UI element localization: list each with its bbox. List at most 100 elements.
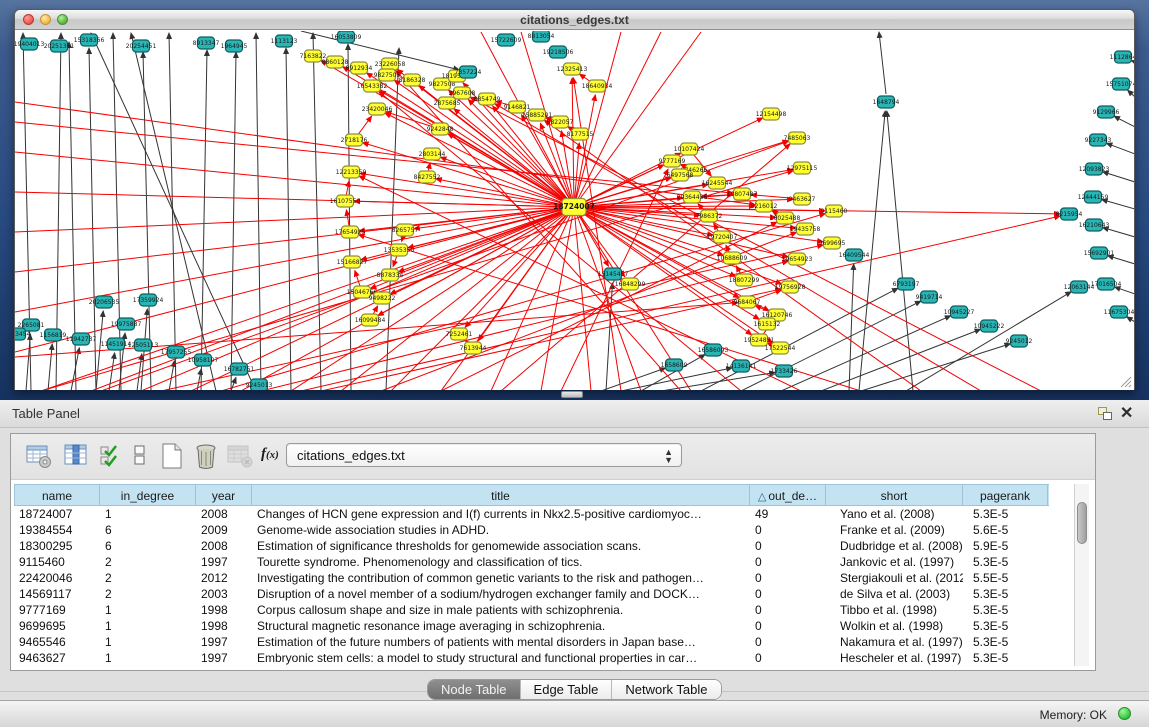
graph-node[interactable]: 12505113 — [128, 339, 159, 351]
table-row[interactable]: 1456911722003Disruption of a novel membe… — [14, 586, 1049, 602]
column-header-pagerank[interactable]: pagerank — [963, 485, 1048, 505]
scrollbar-thumb[interactable] — [1077, 502, 1087, 544]
graph-edge[interactable] — [879, 32, 886, 94]
graph-node[interactable]: 16543382 — [357, 80, 388, 92]
graph-edge[interactable] — [1103, 172, 1134, 182]
graph-node[interactable]: 7252461 — [446, 328, 473, 340]
network-canvas[interactable]: 1872400771638228860128891293423226058982… — [15, 31, 1134, 390]
float-panel-icon[interactable] — [1098, 407, 1113, 421]
graph-node[interactable]: 16409544 — [839, 249, 870, 261]
graph-node[interactable]: 12154498 — [756, 108, 787, 120]
graph-node[interactable]: 7986372 — [696, 210, 723, 222]
graph-node[interactable]: 23226058 — [375, 58, 406, 70]
graph-node[interactable]: 10107424 — [674, 143, 705, 155]
column-header-out_de[interactable]: △out_de… — [750, 485, 826, 505]
row-height-icon[interactable] — [132, 442, 148, 470]
graph-node[interactable]: 9129966 — [1093, 106, 1120, 118]
graph-node[interactable]: 12093823 — [1079, 163, 1110, 175]
graph-edge[interactable] — [256, 33, 261, 390]
graph-node[interactable]: 15692901 — [1084, 247, 1115, 259]
graph-node[interactable]: 15722609 — [491, 34, 522, 46]
graph-node[interactable]: 6793197 — [893, 278, 920, 290]
graph-node[interactable]: 12325413 — [557, 63, 588, 75]
window-titlebar[interactable]: citations_edges.txt — [15, 10, 1134, 30]
table-row[interactable]: 977716911998Corpus callosum shape and si… — [14, 602, 1049, 618]
graph-node[interactable]: 9227343 — [1085, 134, 1112, 146]
graph-edge[interactable] — [113, 33, 121, 390]
table-row[interactable]: 946362711997Embryonic stem cells: a mode… — [14, 650, 1049, 666]
table-row[interactable]: 1830029562008Estimation of significance … — [14, 538, 1049, 554]
graph-node[interactable]: 8813054 — [528, 31, 555, 42]
graph-node[interactable]: 9699695 — [819, 237, 846, 249]
table-row[interactable]: 1938455462009Genome-wide association stu… — [14, 522, 1049, 538]
graph-node[interactable]: 16053809 — [331, 31, 362, 43]
graph-node[interactable]: 16107550 — [330, 195, 361, 207]
graph-node[interactable]: 11675304 — [1104, 306, 1134, 318]
graph-node[interactable]: 14136141 — [726, 360, 757, 372]
graph-edge[interactable] — [41, 207, 574, 390]
column-header-title[interactable]: title — [252, 485, 750, 505]
table-mode-icon[interactable] — [25, 442, 53, 470]
graph-node[interactable]: 13535350 — [384, 244, 415, 256]
trash-icon[interactable] — [193, 442, 219, 470]
graph-node[interactable]: 16099484 — [355, 314, 386, 326]
graph-edge[interactable] — [1127, 317, 1134, 322]
graph-edge[interactable] — [390, 207, 574, 294]
graph-node[interactable]: 1658609 — [661, 359, 688, 371]
tab-edge-table[interactable]: Edge Table — [521, 680, 613, 699]
graph-edge[interactable] — [15, 102, 755, 205]
splitter-handle[interactable] — [561, 391, 583, 398]
column-header-in_degree[interactable]: in_degree — [100, 485, 196, 505]
graph-node[interactable]: 8177515 — [567, 128, 594, 140]
column-header-name[interactable]: name — [14, 485, 100, 505]
graph-node[interactable]: 12213359 — [336, 166, 367, 178]
graph-edge[interactable] — [574, 95, 595, 207]
graph-node[interactable]: 10958107 — [188, 354, 219, 366]
graph-node[interactable]: 20364436 — [677, 191, 708, 203]
graph-node[interactable]: 23420046 — [362, 103, 393, 115]
table-vertical-scrollbar[interactable] — [1074, 484, 1089, 666]
node-table[interactable]: namein_degreeyeartitle△out_de…shortpager… — [14, 484, 1049, 666]
graph-edge[interactable] — [1106, 143, 1134, 154]
graph-node[interactable]: 20206535 — [89, 296, 120, 308]
graph-node[interactable]: 7485063 — [784, 132, 811, 144]
table-row[interactable]: 946554611997Estimation of the future num… — [14, 634, 1049, 650]
column-header-short[interactable]: short — [826, 485, 963, 505]
graph-node[interactable]: 9115460 — [821, 205, 848, 217]
graph-edge[interactable] — [321, 289, 781, 390]
graph-node[interactable]: 8878334 — [377, 269, 404, 281]
new-document-icon[interactable] — [159, 442, 185, 470]
graph-edge[interactable] — [906, 292, 1071, 390]
graph-edge[interactable] — [1128, 90, 1134, 97]
graph-node[interactable]: 17654925 — [335, 226, 366, 238]
graph-edge[interactable] — [601, 368, 666, 390]
table-row[interactable]: 2242004622012Investigating the contribut… — [14, 570, 1049, 586]
graph-edge[interactable] — [849, 264, 854, 390]
graph-node[interactable]: 16210643 — [1079, 219, 1110, 231]
graph-node[interactable]: 8912934 — [346, 62, 373, 74]
function-builder-icon[interactable]: f(x) — [261, 446, 279, 463]
graph-node[interactable]: 1648794 — [873, 96, 900, 108]
graph-edge[interactable] — [859, 111, 885, 390]
show-column-icon[interactable] — [63, 442, 91, 470]
graph-edge[interactable] — [574, 195, 733, 207]
graph-edge[interactable] — [501, 144, 790, 390]
graph-node[interactable]: 8854749 — [474, 93, 501, 105]
graph-edge[interactable] — [91, 207, 574, 390]
graph-edge[interactable] — [15, 152, 574, 207]
graph-edge[interactable] — [385, 113, 574, 207]
graph-node[interactable]: 15166827 — [337, 256, 368, 268]
table-header-row[interactable]: namein_degreeyeartitle△out_de…shortpager… — [14, 484, 1049, 506]
graph-node[interactable]: 12975115 — [787, 162, 818, 174]
graph-node[interactable]: 15751074 — [1106, 78, 1134, 90]
graph-node[interactable]: 15318366 — [74, 34, 105, 46]
graph-node[interactable]: 9245012 — [1006, 335, 1033, 347]
table-row[interactable]: 911546021997Tourette syndrome. Phenomeno… — [14, 554, 1049, 570]
graph-node[interactable]: 2718176 — [341, 134, 368, 146]
graph-edge[interactable] — [48, 344, 52, 390]
graph-node[interactable]: 10807487 — [727, 188, 758, 200]
graph-node[interactable]: 12444159 — [1078, 191, 1109, 203]
graph-node[interactable]: 11942737 — [66, 333, 97, 345]
graph-edge[interactable] — [495, 104, 981, 390]
graph-edge[interactable] — [26, 334, 30, 390]
